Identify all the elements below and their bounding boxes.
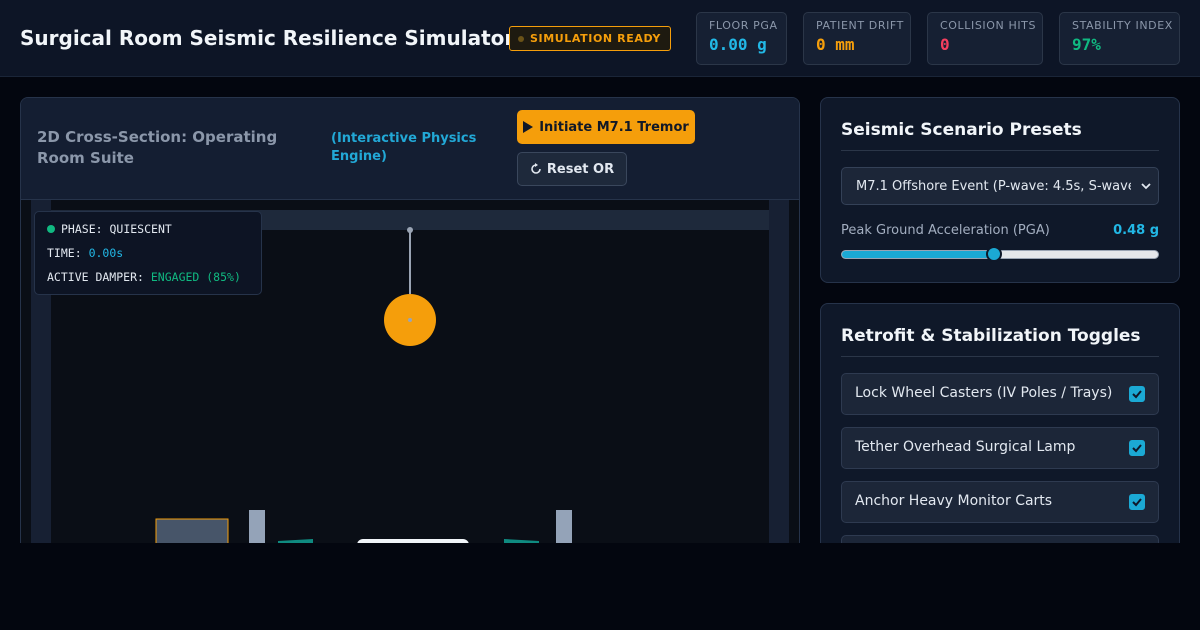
initiate-tremor-button[interactable]: Initiate M7.1 Tremor — [517, 110, 695, 144]
phase-value: QUIESCENT — [109, 222, 172, 236]
metric-label: PATIENT DRIFT — [816, 19, 904, 32]
phase-row: PHASE: QUIESCENT — [47, 222, 172, 236]
toggle-label: Anchor Heavy Monitor Carts — [855, 493, 1053, 509]
toggle-label: Lock Wheel Casters (IV Poles / Trays) — [855, 385, 1113, 401]
checkbox-checked[interactable] — [1129, 494, 1145, 510]
presets-panel: Seismic Scenario Presets M7.1 Offshore E… — [820, 97, 1180, 283]
reset-or-label: Reset OR — [546, 161, 615, 177]
phase-readout: PHASE: QUIESCENT TIME: 0.00s ACTIVE DAMP… — [34, 211, 262, 295]
scenario-select-value: M7.1 Offshore Event (P-wave: 4.5s, S-wav… — [856, 178, 1131, 194]
time-label: TIME: — [47, 246, 82, 260]
damper-value: ENGAGED (85%) — [150, 270, 241, 284]
checkmark-icon — [1132, 498, 1142, 507]
metric-label: STABILITY INDEX — [1072, 19, 1173, 32]
scenario-select[interactable]: M7.1 Offshore Event (P-wave: 4.5s, S-wav… — [841, 167, 1159, 205]
reset-or-button[interactable]: Reset OR — [517, 152, 627, 186]
simulation-panel: 2D Cross-Section: Operating Room Suite (… — [20, 97, 800, 557]
damper-label: ACTIVE DAMPER: — [47, 270, 144, 284]
play-icon — [523, 121, 534, 133]
metric-value: 97% — [1072, 35, 1101, 54]
time-row: TIME: 0.00s — [47, 246, 123, 260]
retrofit-panel: Retrofit & Stabilization Toggles Lock Wh… — [820, 303, 1180, 557]
checkmark-icon — [1132, 390, 1142, 399]
status-badge-label: SIMULATION READY — [530, 32, 661, 45]
presets-title: Seismic Scenario Presets — [841, 120, 1082, 140]
checkmark-icon — [1132, 444, 1142, 453]
status-badge: SIMULATION READY — [509, 26, 671, 51]
metric-floor-pga: FLOOR PGA 0.00 g — [696, 12, 787, 65]
metric-label: FLOOR PGA — [709, 19, 778, 32]
pga-slider-fill — [842, 251, 994, 258]
checkbox-checked[interactable] — [1129, 386, 1145, 402]
pga-slider-handle[interactable] — [985, 246, 1002, 262]
reset-icon — [531, 163, 541, 174]
metric-stability-index: STABILITY INDEX 97% — [1059, 12, 1180, 65]
checkbox-checked[interactable] — [1129, 440, 1145, 456]
top-bar: Surgical Room Seismic Resilience Simulat… — [0, 0, 1200, 77]
damper-row: ACTIVE DAMPER: ENGAGED (85%) — [47, 270, 241, 284]
initiate-tremor-label: Initiate M7.1 Tremor — [539, 119, 689, 135]
pga-label: Peak Ground Acceleration (PGA) — [841, 223, 1050, 238]
chevron-down-icon — [1141, 183, 1151, 190]
right-wall — [769, 200, 789, 556]
retrofit-title: Retrofit & Stabilization Toggles — [841, 326, 1141, 346]
metric-collision-hits: COLLISION HITS 0 — [927, 12, 1043, 65]
toggle-label: Tether Overhead Surgical Lamp — [855, 439, 1076, 455]
pga-value: 0.48 g — [1113, 223, 1159, 238]
app-title: Surgical Room Seismic Resilience Simulat… — [20, 26, 515, 50]
status-dot-icon — [518, 35, 524, 42]
phase-label: PHASE: — [61, 222, 103, 236]
metric-value: 0 — [940, 35, 950, 54]
toggle-tether-lamp[interactable]: Tether Overhead Surgical Lamp — [841, 427, 1159, 469]
lamp-pivot — [408, 318, 412, 322]
simulation-subtitle: (Interactive Physics Engine) — [331, 131, 477, 164]
divider — [841, 356, 1159, 357]
time-value: 0.00s — [88, 246, 124, 260]
lamp-mount — [407, 227, 413, 233]
phase-status-dot-icon — [47, 225, 55, 233]
metric-value: 0 mm — [816, 35, 855, 54]
simulation-title: 2D Cross-Section: Operating Room Suite — [37, 128, 278, 167]
metric-label: COLLISION HITS — [940, 19, 1037, 32]
metric-patient-drift: PATIENT DRIFT 0 mm — [803, 12, 911, 65]
page-footer-area — [0, 543, 1200, 630]
divider — [841, 150, 1159, 151]
toggle-anchor-carts[interactable]: Anchor Heavy Monitor Carts — [841, 481, 1159, 523]
toggle-lock-casters[interactable]: Lock Wheel Casters (IV Poles / Trays) — [841, 373, 1159, 415]
metric-value: 0.00 g — [709, 35, 767, 54]
simulation-header: 2D Cross-Section: Operating Room Suite (… — [21, 98, 799, 200]
